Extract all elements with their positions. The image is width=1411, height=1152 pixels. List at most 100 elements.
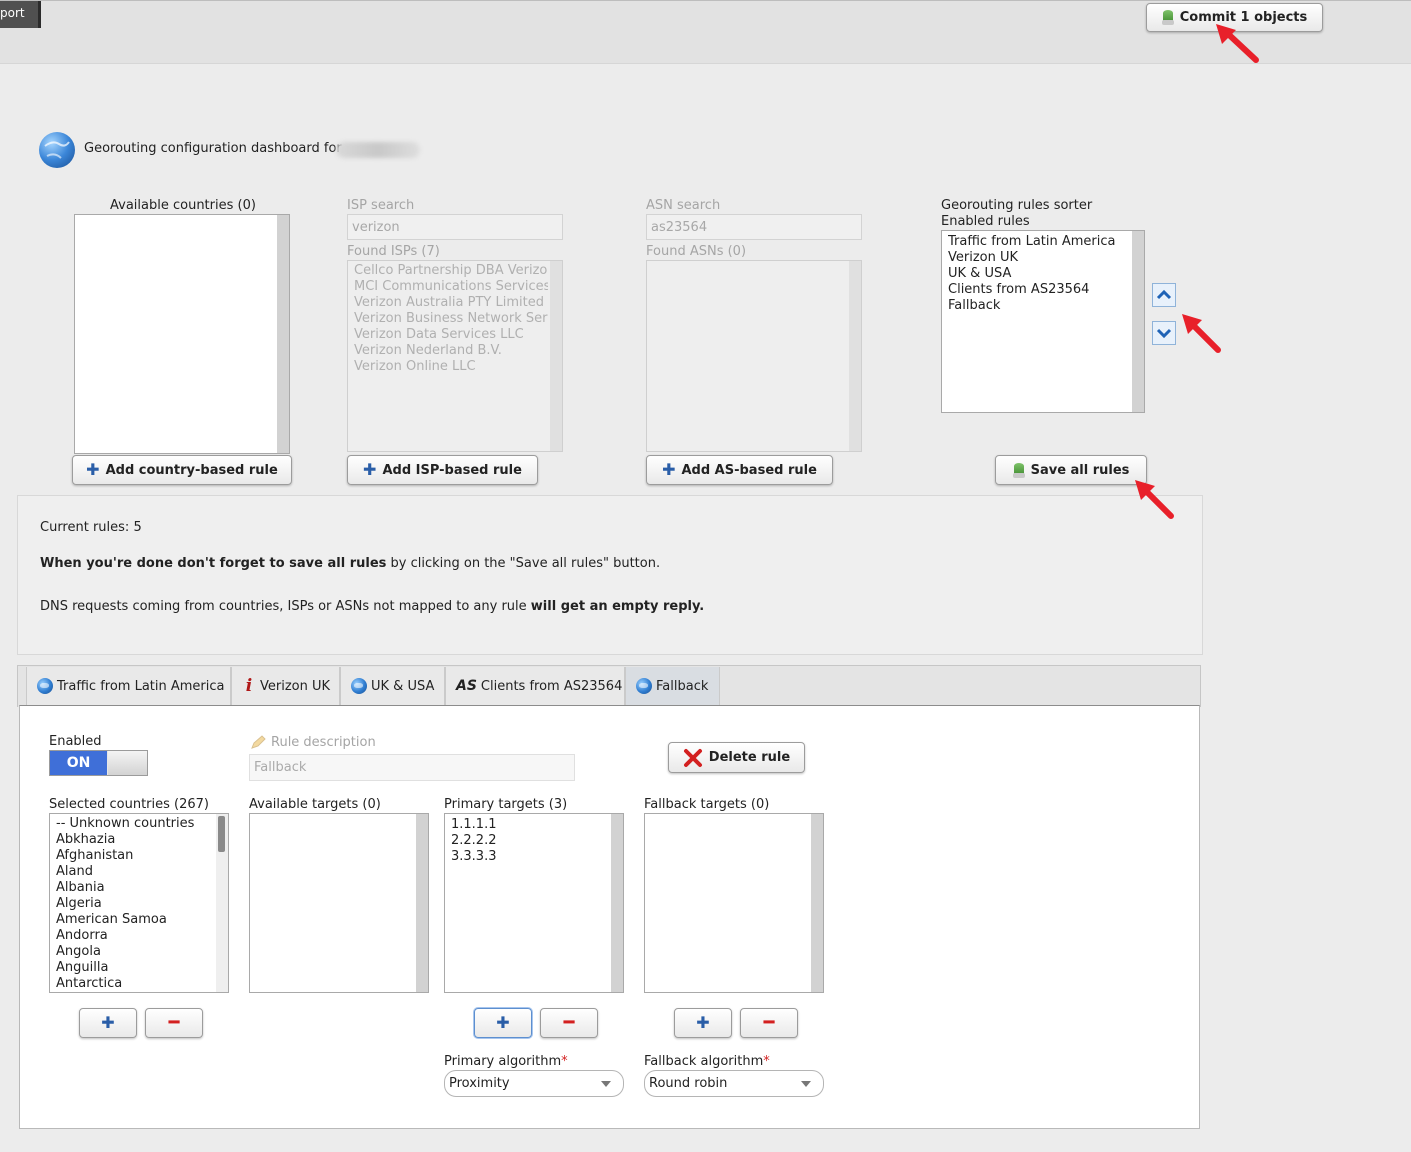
delete-rule-button[interactable]: Delete rule	[668, 742, 805, 773]
tab-clients-as23564[interactable]: AS Clients from AS23564	[445, 667, 625, 705]
top-left-tab[interactable]: port	[0, 1, 41, 28]
found-isps-list[interactable]: Cellco Partnership DBA Verizon MCI Commun…	[347, 260, 563, 452]
scrollbar-thumb[interactable]	[218, 816, 225, 852]
list-item[interactable]: Verizon Nederland B.V.	[354, 343, 548, 359]
found-asns-label: Found ASNs (0)	[646, 244, 747, 259]
scrollbar[interactable]	[849, 261, 861, 451]
fallback-algorithm-select[interactable]: Round robin	[644, 1070, 824, 1097]
fallback-algorithm-label: Fallback algorithm*	[644, 1054, 770, 1069]
list-item[interactable]: Aland	[56, 864, 214, 880]
save-reminder-rest: by clicking on the "Save all rules" butt…	[386, 556, 661, 571]
tab-traffic-latin-america[interactable]: Traffic from Latin America	[26, 667, 231, 705]
asn-search-label: ASN search	[646, 198, 721, 213]
list-item[interactable]: MCI Communications Services,	[354, 279, 548, 295]
primary-targets-list[interactable]: 1.1.1.1 2.2.2.2 3.3.3.3	[444, 813, 624, 993]
move-up-button[interactable]	[1152, 283, 1176, 307]
scrollbar[interactable]	[416, 814, 428, 992]
list-item[interactable]: 2.2.2.2	[451, 833, 609, 849]
add-primary-target-button[interactable]: ✚	[474, 1008, 532, 1038]
list-item[interactable]: 3.3.3.3	[451, 849, 609, 865]
remove-primary-target-button[interactable]: ━	[540, 1008, 598, 1038]
fallback-targets-list[interactable]	[644, 813, 824, 993]
pencil-icon	[251, 735, 266, 749]
enabled-toggle[interactable]: ON	[49, 750, 148, 776]
sorter-title: Georouting rules sorter	[941, 198, 1093, 213]
list-item[interactable]: Albania	[56, 880, 214, 896]
primary-algorithm-select[interactable]: Proximity	[444, 1070, 624, 1097]
top-left-tab-label: port	[0, 6, 25, 20]
list-item[interactable]: 1.1.1.1	[451, 817, 609, 833]
tab-label: Verizon UK	[260, 678, 331, 694]
toggle-on-label: ON	[50, 751, 107, 775]
isp-items: Cellco Partnership DBA Verizon MCI Commun…	[354, 263, 548, 375]
list-item[interactable]: Cellco Partnership DBA Verizon	[354, 263, 548, 279]
scrollbar[interactable]	[611, 814, 623, 992]
toggle-knob[interactable]	[108, 751, 147, 775]
current-rules-count: Current rules: 5	[40, 520, 142, 535]
list-item[interactable]: Anguilla	[56, 960, 214, 976]
list-item[interactable]: Clients from AS23564	[948, 282, 1130, 298]
list-item[interactable]: Angola	[56, 944, 214, 960]
list-item[interactable]: Verizon Australia PTY Limited	[354, 295, 548, 311]
add-as-rule-button[interactable]: ✚ Add AS-based rule	[646, 455, 833, 485]
add-country-rule-button[interactable]: ✚ Add country-based rule	[72, 455, 292, 485]
found-asns-list[interactable]	[646, 260, 862, 452]
page-title: Georouting configuration dashboard for	[84, 141, 342, 156]
selected-countries-label: Selected countries (267)	[49, 797, 209, 812]
add-fallback-target-button[interactable]: ✚	[674, 1008, 732, 1038]
plus-icon: ✚	[86, 460, 100, 479]
list-item[interactable]: Verizon Business Network Serv	[354, 311, 548, 327]
move-down-button[interactable]	[1152, 321, 1176, 345]
rule-description-input[interactable]	[249, 754, 575, 781]
save-all-rules-button[interactable]: Save all rules	[995, 455, 1147, 485]
list-item[interactable]: Abkhazia	[56, 832, 214, 848]
rule-description-label-wrap: Rule description	[250, 734, 376, 750]
selected-countries-list[interactable]: -- Unknown countries Abkhazia Afghanistan A…	[49, 813, 229, 993]
list-item[interactable]: Traffic from Latin America	[948, 234, 1130, 250]
isp-info-icon: i	[245, 676, 253, 696]
tab-verizon-uk[interactable]: i Verizon UK	[231, 667, 340, 705]
minus-icon: ━	[168, 1012, 180, 1033]
scrollbar[interactable]	[1132, 231, 1144, 412]
required-mark: *	[763, 1054, 770, 1069]
add-isp-rule-button[interactable]: ✚ Add ISP-based rule	[347, 455, 538, 485]
scrollbar[interactable]	[277, 215, 289, 453]
as-icon: AS	[456, 678, 477, 694]
isp-search-input[interactable]	[347, 214, 563, 240]
plus-icon: ✚	[101, 1013, 115, 1032]
tab-fallback[interactable]: Fallback	[625, 667, 720, 705]
list-item[interactable]: UK & USA	[948, 266, 1130, 282]
scrollbar[interactable]	[811, 814, 823, 992]
chevron-up-icon	[1156, 289, 1172, 300]
available-targets-list[interactable]	[249, 813, 429, 993]
list-item[interactable]: Afghanistan	[56, 848, 214, 864]
scrollbar[interactable]	[550, 261, 562, 451]
list-item[interactable]: -- Unknown countries	[56, 816, 214, 832]
list-item[interactable]: American Samoa	[56, 912, 214, 928]
required-mark: *	[561, 1054, 568, 1069]
scrollbar[interactable]	[216, 814, 228, 992]
enabled-rules-list[interactable]: Traffic from Latin America Verizon UK UK &…	[941, 230, 1145, 413]
remove-fallback-target-button[interactable]: ━	[740, 1008, 798, 1038]
list-item[interactable]: Andorra	[56, 928, 214, 944]
add-country-button[interactable]: ✚	[79, 1008, 137, 1038]
selected-countries-items: -- Unknown countries Abkhazia Afghanistan A…	[56, 816, 214, 992]
list-item[interactable]: Antarctica	[56, 976, 214, 992]
annotation-arrow-icon	[1182, 314, 1221, 353]
remove-country-button[interactable]: ━	[145, 1008, 203, 1038]
list-item[interactable]: Verizon Online LLC	[354, 359, 548, 375]
database-save-icon	[1012, 462, 1025, 478]
chevron-down-icon	[801, 1081, 811, 1087]
list-item[interactable]: Verizon UK	[948, 250, 1130, 266]
primary-targets-label: Primary targets (3)	[444, 797, 568, 812]
tab-uk-usa[interactable]: UK & USA	[340, 667, 445, 705]
chevron-down-icon	[1156, 328, 1172, 339]
list-item[interactable]: Fallback	[948, 298, 1130, 314]
asn-search-input[interactable]	[646, 214, 862, 240]
primary-algorithm-value: Proximity	[449, 1076, 510, 1091]
annotation-arrow-icon	[1135, 480, 1174, 519]
list-item[interactable]: Verizon Data Services LLC	[354, 327, 548, 343]
enabled-rules-items: Traffic from Latin America Verizon UK UK &…	[948, 234, 1130, 314]
available-countries-list[interactable]	[74, 214, 290, 454]
list-item[interactable]: Algeria	[56, 896, 214, 912]
